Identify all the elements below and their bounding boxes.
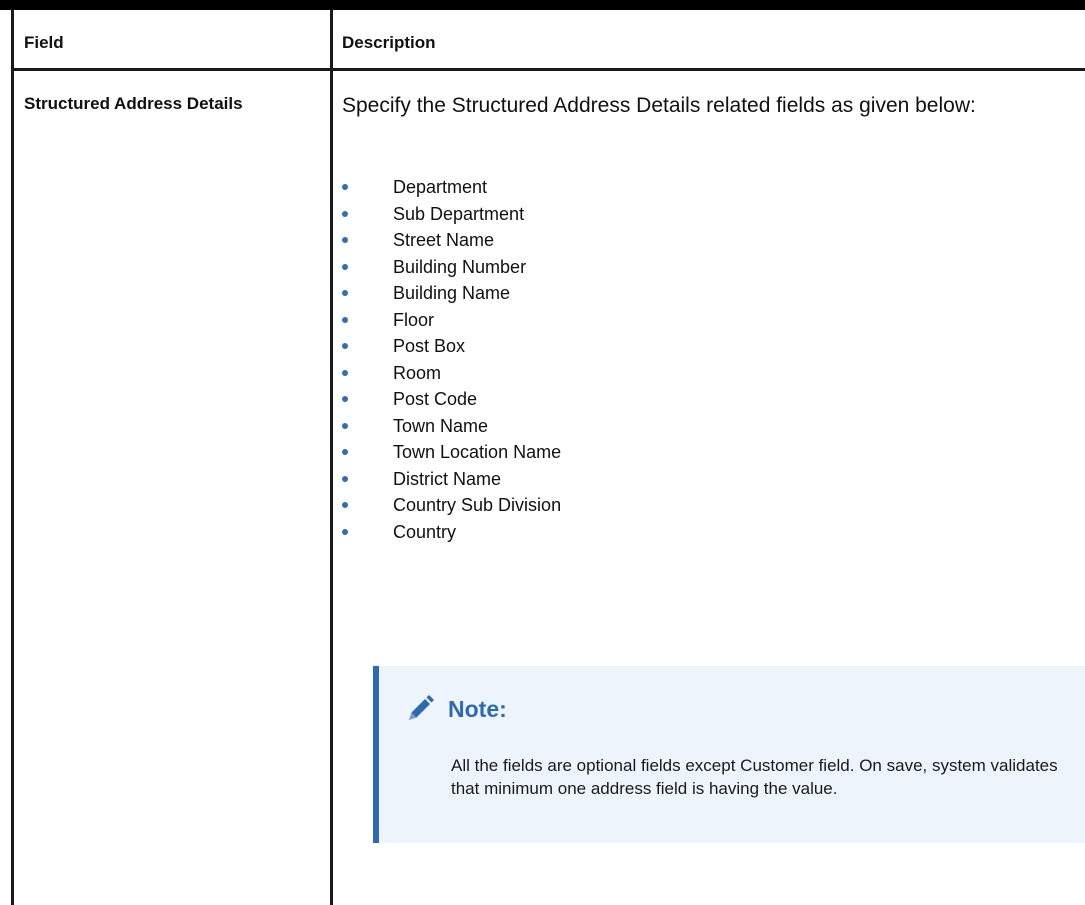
- list-item-label: District Name: [393, 468, 502, 489]
- list-item-label: Town Location Name: [393, 442, 562, 462]
- note-box: Note: All the fields are optional fields…: [373, 666, 1085, 843]
- bullet-icon: [342, 475, 348, 482]
- note-heading: Note:: [404, 694, 507, 724]
- list-item-label: Country: [393, 521, 457, 542]
- list-item: Town Location Name: [342, 439, 561, 466]
- list-item: Post Box: [342, 333, 561, 360]
- bullet-icon: [342, 316, 348, 323]
- list-item: Town Name: [342, 413, 561, 440]
- list-item-label: Building Name: [393, 283, 511, 303]
- bullet-icon: [342, 502, 348, 508]
- table-left-border: [11, 10, 14, 905]
- bullet-icon: [342, 184, 348, 190]
- list-item: Country Sub Division: [342, 492, 561, 519]
- list-item-label: Building Number: [393, 256, 527, 277]
- bullet-icon: [342, 343, 348, 349]
- table-column-divider: [330, 10, 333, 905]
- list-item: Building Number: [342, 254, 561, 281]
- list-item: Post Code: [342, 386, 561, 413]
- column-header-field: Field: [24, 33, 64, 52]
- list-item-label: Country Sub Division: [393, 495, 562, 515]
- list-item-label: Post Code: [393, 389, 478, 409]
- list-item-label: Street Name: [393, 230, 495, 250]
- list-item: Building Name: [342, 280, 561, 307]
- list-item: Floor: [342, 307, 561, 334]
- note-text: All the fields are optional fields excep…: [451, 756, 1058, 798]
- bullet-icon: [342, 290, 348, 296]
- pencil-icon: [409, 695, 434, 720]
- list-item-label: Department: [393, 177, 488, 197]
- bullet-icon: [342, 396, 348, 402]
- list-item-label: Post Box: [393, 336, 466, 356]
- bullet-icon: [342, 237, 348, 243]
- bullet-icon: [342, 210, 348, 217]
- list-item: Street Name: [342, 227, 561, 254]
- table-header-divider: [11, 68, 1085, 71]
- field-name-cell: Structured Address Details: [24, 94, 243, 113]
- description-intro: Specify the Structured Address Details r…: [342, 94, 976, 117]
- top-rule: [0, 0, 1085, 10]
- note-title: Note:: [448, 695, 507, 722]
- list-item: Department: [342, 174, 561, 201]
- bullet-icon: [342, 263, 348, 270]
- column-header-description: Description: [342, 33, 436, 52]
- list-item-label: Room: [393, 362, 442, 383]
- bullet-icon: [342, 449, 348, 455]
- list-item-label: Town Name: [393, 415, 489, 436]
- field-list: Department Sub Department Street Name Bu…: [342, 174, 561, 545]
- list-item: Country: [342, 519, 561, 546]
- list-item-label: Floor: [393, 309, 435, 330]
- bullet-icon: [342, 369, 348, 376]
- list-item: District Name: [342, 466, 561, 493]
- bullet-icon: [342, 422, 348, 429]
- list-item: Sub Department: [342, 201, 561, 228]
- bullet-icon: [342, 528, 348, 535]
- list-item-label: Sub Department: [393, 203, 525, 224]
- list-item: Room: [342, 360, 561, 387]
